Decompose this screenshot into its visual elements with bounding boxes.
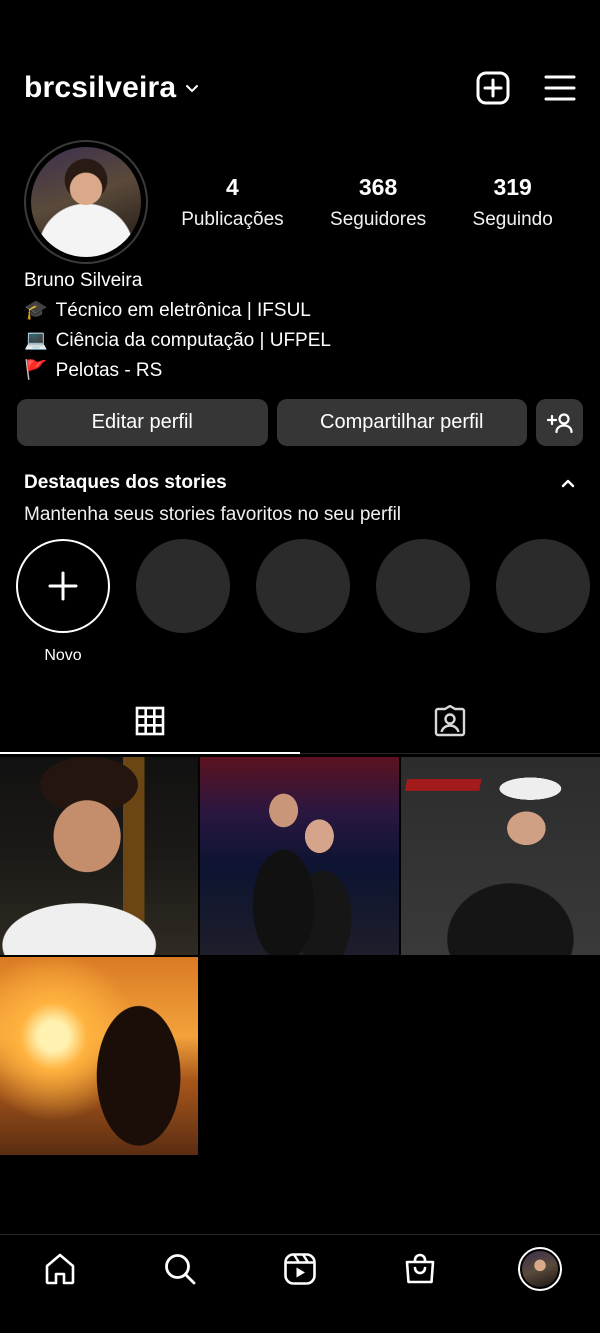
profile-photo-small xyxy=(522,1251,558,1287)
bio-line: 🎓 Técnico em eletrônica | IFSUL xyxy=(24,296,576,326)
bio-text: Técnico em eletrônica | IFSUL xyxy=(55,300,311,321)
highlight-placeholder xyxy=(256,539,350,665)
share-profile-button[interactable]: Compartilhar perfil xyxy=(276,399,527,446)
stat-following-label: Seguindo xyxy=(472,208,553,230)
highlight-placeholder-circle xyxy=(496,539,590,633)
grid-icon xyxy=(135,706,165,735)
chevron-down-icon xyxy=(186,85,199,92)
account-switcher[interactable]: brcsilveira xyxy=(24,71,200,105)
profile-photo xyxy=(31,147,141,257)
profile-tabs xyxy=(0,688,600,754)
post-thumbnail[interactable] xyxy=(200,757,399,955)
highlight-placeholder-circle xyxy=(256,539,350,633)
discover-people-button[interactable] xyxy=(536,399,583,446)
posts-grid xyxy=(0,757,600,1155)
collapse-highlights-button[interactable] xyxy=(560,477,576,489)
highlight-new: Novo xyxy=(16,539,110,665)
bottom-navigation xyxy=(0,1234,600,1333)
stat-followers-count: 368 xyxy=(358,173,398,200)
home-icon xyxy=(45,1253,75,1285)
bio-line: 💻 Ciência da computação | UFPEL xyxy=(24,326,576,356)
tagged-icon xyxy=(434,704,466,736)
plus-icon xyxy=(48,571,78,601)
stat-following-count: 319 xyxy=(493,173,532,200)
menu-button[interactable] xyxy=(544,74,576,102)
profile-avatar[interactable] xyxy=(24,140,148,264)
profile-avatar-small xyxy=(518,1247,562,1291)
nav-shop[interactable] xyxy=(390,1239,450,1299)
shopping-bag-icon xyxy=(405,1253,435,1284)
hamburger-menu-icon xyxy=(544,75,576,101)
edit-profile-button[interactable]: Editar perfil xyxy=(17,399,268,446)
nav-search[interactable] xyxy=(150,1239,210,1299)
nav-reels[interactable] xyxy=(270,1239,330,1299)
red-flag-icon: 🚩 xyxy=(24,360,48,381)
chevron-up-icon xyxy=(561,479,575,488)
laptop-icon: 💻 xyxy=(24,330,48,351)
post-thumbnail[interactable] xyxy=(0,757,198,955)
new-highlight-button[interactable] xyxy=(16,539,110,633)
stat-followers[interactable]: 368 Seguidores xyxy=(330,174,426,231)
post-thumbnail[interactable] xyxy=(401,757,600,955)
highlight-placeholder xyxy=(496,539,590,665)
highlights-title: Destaques dos stories xyxy=(24,472,227,493)
stat-followers-label: Seguidores xyxy=(330,208,427,230)
stat-posts[interactable]: 4 Publicações xyxy=(181,174,283,231)
highlights-header: Destaques dos stories xyxy=(24,472,576,494)
add-person-icon xyxy=(546,412,573,433)
highlight-placeholder xyxy=(136,539,230,665)
highlight-placeholder-circle xyxy=(136,539,230,633)
nav-home[interactable] xyxy=(30,1239,90,1299)
nav-profile[interactable] xyxy=(510,1239,570,1299)
username: brcsilveira xyxy=(24,71,177,104)
bio-text: Pelotas - RS xyxy=(55,360,163,381)
tab-posts-grid[interactable] xyxy=(0,688,300,754)
plus-square-icon xyxy=(476,71,510,105)
search-icon xyxy=(165,1254,196,1285)
stat-posts-count: 4 xyxy=(226,173,239,200)
post-thumbnail[interactable] xyxy=(0,957,198,1155)
highlights-subtitle: Mantenha seus stories favoritos no seu p… xyxy=(24,504,402,525)
profile-actions: Editar perfil Compartilhar perfil xyxy=(17,399,583,446)
reels-icon xyxy=(284,1253,316,1285)
tab-tagged[interactable] xyxy=(300,688,600,753)
bio-line: 🚩 Pelotas - RS xyxy=(24,356,576,386)
profile-bio: Bruno Silveira 🎓 Técnico em eletrônica |… xyxy=(24,266,576,386)
new-post-button[interactable] xyxy=(476,71,510,105)
display-name: Bruno Silveira xyxy=(24,270,143,291)
bio-text: Ciência da computação | UFPEL xyxy=(55,330,331,351)
top-bar: brcsilveira xyxy=(24,60,576,116)
stat-following[interactable]: 319 Seguindo xyxy=(473,174,553,231)
profile-stats: 4 Publicações 368 Seguidores 319 Seguind… xyxy=(158,174,576,231)
profile-summary: 4 Publicações 368 Seguidores 319 Seguind… xyxy=(24,140,576,264)
highlight-placeholder-circle xyxy=(376,539,470,633)
stat-posts-label: Publicações xyxy=(181,208,284,230)
graduation-cap-icon: 🎓 xyxy=(24,300,48,321)
new-highlight-label: Novo xyxy=(44,647,82,664)
highlights-row: Novo xyxy=(16,539,600,665)
highlight-placeholder xyxy=(376,539,470,665)
